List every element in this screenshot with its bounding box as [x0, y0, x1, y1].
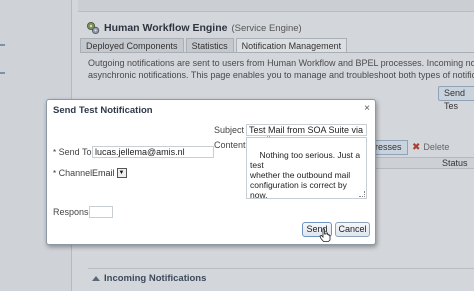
- send-test-button[interactable]: Send Tes: [438, 86, 474, 111]
- delete-button[interactable]: ✖ Delete: [412, 140, 449, 155]
- tab-deployed-components[interactable]: Deployed Components: [80, 38, 184, 53]
- close-icon[interactable]: ×: [364, 103, 370, 114]
- send-to-label-text: Send To: [58, 147, 92, 157]
- expand-triangle-icon: [92, 276, 100, 281]
- content-text: Nothing too serious. Just a test whether…: [250, 150, 361, 199]
- tab-notification-management[interactable]: Notification Management: [235, 38, 348, 53]
- engine-subtitle: (Service Engine): [231, 22, 302, 34]
- resize-grip-icon[interactable]: [359, 191, 365, 197]
- incoming-notifications-label: Incoming Notifications: [104, 273, 207, 284]
- engine-title: Human Workflow Engine: [104, 22, 228, 34]
- engine-tabs: Deployed Components Statistics Notificat…: [80, 38, 349, 53]
- required-marker: *: [53, 169, 57, 178]
- section-divider: [88, 268, 474, 269]
- service-engine-icon: [87, 22, 100, 34]
- tab-divider: [80, 52, 474, 53]
- hand-cursor-icon: [319, 228, 331, 242]
- required-marker: *: [53, 148, 57, 157]
- send-to-label: * Send To: [53, 147, 92, 157]
- notification-toolbar: resses ✖ Delete: [372, 140, 474, 155]
- top-bar: [78, 0, 474, 12]
- channel-select[interactable]: Email ▼: [92, 167, 127, 179]
- subject-label: Subject: [214, 125, 245, 135]
- content-label: Content: [214, 140, 246, 150]
- tab-statistics[interactable]: Statistics: [185, 38, 234, 53]
- delete-icon: ✖: [412, 142, 421, 153]
- content-textarea[interactable]: Nothing too serious. Just a test whether…: [246, 137, 367, 199]
- response-field[interactable]: [89, 206, 113, 218]
- dialog-title: Send Test Notification: [53, 105, 153, 116]
- send-to-field[interactable]: lucas.jellema@amis.nl: [92, 146, 214, 158]
- delete-label: Delete: [423, 142, 450, 152]
- chevron-down-icon[interactable]: ▼: [116, 168, 127, 178]
- status-column-header[interactable]: Status: [442, 158, 468, 169]
- response-label: Response: [53, 207, 94, 217]
- subject-field[interactable]: Test Mail from SOA Suite via gmail: [246, 124, 367, 145]
- table-header: Status: [372, 157, 474, 169]
- page-description: Outgoing notifications are sent to users…: [88, 57, 474, 81]
- nav-marker: [0, 72, 5, 74]
- cancel-button[interactable]: Cancel: [335, 222, 370, 237]
- channel-label: * Channel: [53, 168, 92, 178]
- description-line: Outgoing notifications are sent to users…: [88, 58, 474, 68]
- engine-header: Human Workflow Engine (Service Engine): [86, 20, 302, 36]
- description-line: asynchronic notifications. This page ena…: [88, 70, 474, 80]
- incoming-notifications-section[interactable]: Incoming Notifications: [92, 273, 206, 284]
- channel-label-text: Channel: [58, 168, 93, 178]
- nav-marker: [0, 44, 5, 46]
- channel-selected-value: Email: [92, 168, 115, 178]
- addresses-button[interactable]: resses: [372, 140, 408, 155]
- send-test-notification-dialog: Send Test Notification × * Send To lucas…: [46, 99, 376, 245]
